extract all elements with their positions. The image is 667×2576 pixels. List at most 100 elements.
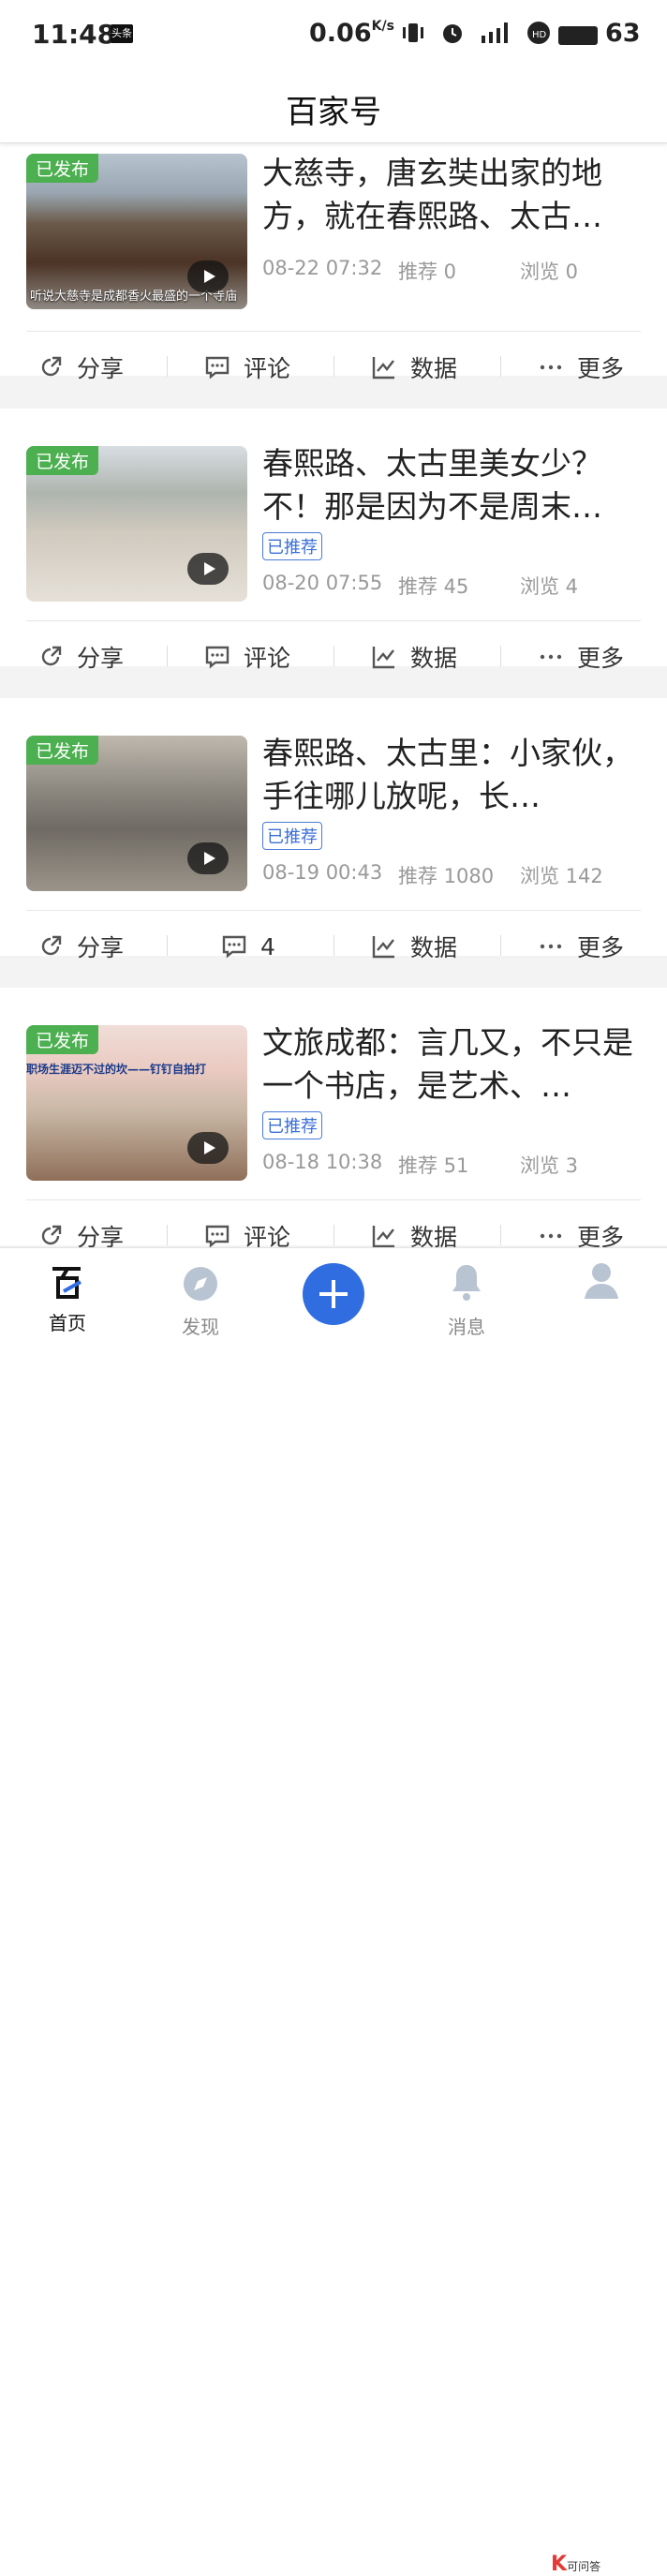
article-title[interactable]: 春熙路、太古里美女少？不！那是因为不是周末… bbox=[262, 442, 637, 529]
network-speed: 0.06K/s bbox=[309, 19, 394, 48]
vibrate-icon bbox=[403, 23, 423, 42]
comment-count: 4 bbox=[260, 932, 275, 960]
signal-4g-icon bbox=[482, 22, 508, 43]
published-badge: 已发布 bbox=[26, 736, 99, 765]
view-count: 浏览 142 bbox=[520, 865, 603, 887]
separator bbox=[167, 356, 168, 377]
watermark: K可问答 bbox=[551, 2553, 601, 2576]
published-badge: 已发布 bbox=[26, 1025, 99, 1054]
alarm-icon bbox=[443, 24, 462, 43]
svg-text:HD: HD bbox=[532, 30, 547, 40]
separator bbox=[500, 356, 501, 377]
status-bar: 11:48 头条 0.06K/s HD 63 bbox=[0, 0, 667, 71]
publish-date: 08-22 07:32 bbox=[262, 257, 383, 279]
view-count: 浏览 3 bbox=[520, 1154, 579, 1177]
tab-home-label: 首页 bbox=[49, 1312, 86, 1334]
battery-icon bbox=[558, 26, 598, 45]
article-title[interactable]: 大慈寺，唐玄奘出家的地方，就在春熙路、太古… bbox=[262, 152, 637, 238]
published-badge: 已发布 bbox=[26, 154, 99, 183]
play-icon[interactable] bbox=[187, 553, 229, 585]
comment-icon bbox=[205, 1225, 230, 1247]
data-button[interactable]: 数据 bbox=[371, 332, 457, 403]
data-label: 数据 bbox=[410, 934, 458, 961]
action-bar: 分享 评论 数据 更多 bbox=[0, 332, 667, 403]
comment-button[interactable]: 评论 bbox=[204, 332, 290, 403]
data-label: 数据 bbox=[410, 1224, 458, 1247]
video-thumbnail[interactable]: 已发布 听说大慈寺是成都香火最盛的一个寺庙 bbox=[26, 154, 247, 309]
create-post-button[interactable] bbox=[303, 1263, 364, 1325]
publish-date: 08-18 10:38 bbox=[262, 1151, 383, 1173]
comment-button[interactable]: 评论 bbox=[204, 621, 290, 692]
share-button[interactable]: 分享 bbox=[37, 911, 124, 982]
view-count: 浏览 4 bbox=[520, 575, 579, 598]
tab-profile[interactable] bbox=[543, 1248, 656, 1336]
recommended-tag: 已推荐 bbox=[262, 822, 322, 850]
share-label: 分享 bbox=[77, 1224, 125, 1247]
action-bar: 分享 评论 数据 更多 bbox=[0, 1200, 667, 1247]
more-icon bbox=[540, 365, 562, 370]
more-button[interactable]: 更多 bbox=[538, 1200, 624, 1247]
compass-icon bbox=[184, 1267, 217, 1301]
comment-icon bbox=[222, 935, 246, 959]
publish-date: 08-19 00:43 bbox=[262, 861, 383, 884]
separator bbox=[167, 935, 168, 956]
share-button[interactable]: 分享 bbox=[37, 1200, 124, 1247]
more-label: 更多 bbox=[577, 355, 625, 382]
watermark-k: K bbox=[551, 2553, 568, 2576]
play-icon[interactable] bbox=[187, 842, 229, 874]
hd-icon: HD bbox=[527, 22, 550, 44]
share-button[interactable]: 分享 bbox=[37, 621, 124, 692]
baijiahao-logo-icon bbox=[52, 1267, 82, 1299]
more-button[interactable]: 更多 bbox=[538, 621, 624, 692]
recommend-count: 推荐 45 bbox=[398, 575, 469, 598]
line-chart-icon bbox=[372, 936, 394, 959]
recommend-count: 推荐 0 bbox=[398, 261, 457, 283]
top-nav-bar: 百家号 bbox=[0, 71, 667, 143]
more-button[interactable]: 更多 bbox=[538, 911, 624, 982]
video-thumbnail[interactable]: 已发布 职场生涯迈不过的坎——钉钉自拍打 bbox=[26, 1025, 247, 1181]
action-bar: 分享 评论 数据 更多 bbox=[0, 621, 667, 692]
line-chart-icon bbox=[372, 647, 394, 669]
data-button[interactable]: 数据 bbox=[371, 911, 457, 982]
comment-button[interactable]: 4 bbox=[221, 911, 275, 982]
data-label: 数据 bbox=[410, 355, 458, 382]
comment-label: 评论 bbox=[244, 645, 291, 672]
tab-discover[interactable]: 发现 bbox=[144, 1248, 257, 1338]
comment-button[interactable]: 评论 bbox=[204, 1200, 290, 1247]
article-title[interactable]: 文旅成都：言几又，不只是一个书店，是艺术、… bbox=[262, 1021, 637, 1108]
comment-icon bbox=[205, 646, 230, 669]
line-chart-icon bbox=[372, 1226, 394, 1247]
data-button[interactable]: 数据 bbox=[371, 621, 457, 692]
status-icons: HD bbox=[401, 21, 551, 45]
more-icon bbox=[540, 944, 562, 949]
separator bbox=[500, 1225, 501, 1245]
share-icon bbox=[41, 356, 62, 377]
article-card[interactable]: 已发布 职场生涯迈不过的坎——钉钉自拍打 文旅成都：言几又，不只是一个书店，是艺… bbox=[0, 988, 667, 1247]
more-icon bbox=[540, 654, 562, 660]
video-thumbnail[interactable]: 已发布 bbox=[26, 736, 247, 891]
data-button[interactable]: 数据 bbox=[371, 1200, 457, 1247]
video-thumbnail[interactable]: 已发布 bbox=[26, 446, 247, 602]
play-icon[interactable] bbox=[187, 1132, 229, 1164]
more-button[interactable]: 更多 bbox=[538, 332, 624, 403]
recommended-tag: 已推荐 bbox=[262, 532, 322, 560]
more-label: 更多 bbox=[577, 934, 625, 961]
comment-icon bbox=[205, 356, 230, 380]
tab-messages[interactable]: 消息 bbox=[410, 1248, 523, 1338]
article-card[interactable]: 已发布 春熙路、太古里：小家伙，手往哪儿放呢，长… 已推荐 08-19 00:4… bbox=[0, 698, 667, 961]
battery-level: 63 bbox=[605, 19, 641, 48]
article-feed[interactable]: 已发布 听说大慈寺是成都香火最盛的一个寺庙 大慈寺，唐玄奘出家的地方，就在春熙路… bbox=[0, 143, 667, 1247]
article-card[interactable]: 已发布 听说大慈寺是成都香火最盛的一个寺庙 大慈寺，唐玄奘出家的地方，就在春熙路… bbox=[0, 143, 667, 382]
comment-label: 评论 bbox=[244, 355, 291, 382]
share-icon bbox=[41, 1225, 62, 1245]
recommend-count: 推荐 1080 bbox=[398, 865, 495, 887]
article-card[interactable]: 已发布 春熙路、太古里美女少？不！那是因为不是周末… 已推荐 08-20 07:… bbox=[0, 409, 667, 672]
view-count: 浏览 0 bbox=[520, 261, 579, 283]
share-button[interactable]: 分享 bbox=[37, 332, 124, 403]
separator bbox=[500, 935, 501, 956]
published-badge: 已发布 bbox=[26, 446, 99, 475]
play-icon[interactable] bbox=[187, 261, 229, 292]
article-title[interactable]: 春熙路、太古里：小家伙，手往哪儿放呢，长… bbox=[262, 732, 637, 818]
page-title: 百家号 bbox=[286, 94, 381, 131]
tab-home[interactable]: 首页 bbox=[11, 1248, 124, 1336]
